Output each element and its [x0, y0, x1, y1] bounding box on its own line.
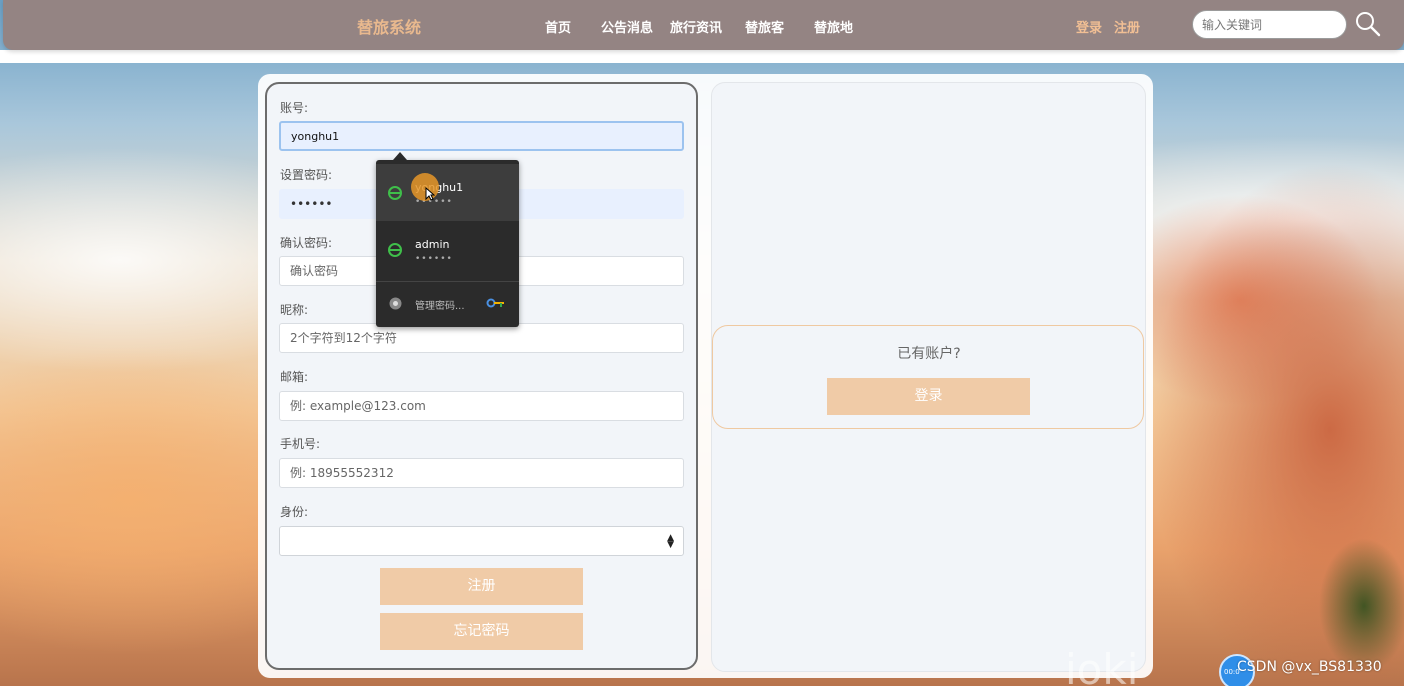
nickname-label: 昵称: — [280, 303, 309, 317]
browser-e-icon — [388, 243, 402, 257]
account-label: 账号: — [280, 101, 309, 115]
nav-home[interactable]: 首页 — [545, 17, 571, 36]
nav-login-link[interactable]: 登录 — [1076, 17, 1102, 36]
existing-account-box: 已有账户? 登录 — [712, 325, 1144, 429]
nickname-input[interactable] — [279, 323, 684, 353]
cursor-arrow-icon — [425, 187, 435, 201]
select-arrows-icon: ▲ ▼ — [667, 533, 674, 550]
ioki-logo-watermark: ioki — [1065, 645, 1139, 686]
dropdown-caret — [393, 152, 407, 160]
autofill-item-yonghu1[interactable]: yonghu1 •••••• — [376, 164, 519, 221]
manage-passwords-label: 管理密码... — [415, 301, 465, 312]
register-button[interactable]: 注册 — [380, 568, 583, 605]
autofill-item-admin[interactable]: admin •••••• — [376, 221, 519, 278]
autofill-username: admin — [415, 238, 450, 251]
nav-announcements[interactable]: 公告消息 — [601, 17, 653, 36]
brand-title[interactable]: 替旅系统 — [357, 14, 421, 38]
role-label: 身份: — [280, 505, 309, 519]
existing-account-prompt: 已有账户? — [897, 346, 961, 362]
email-input[interactable] — [279, 391, 684, 421]
phone-label: 手机号: — [280, 437, 321, 451]
nav-travel-news[interactable]: 旅行资讯 — [670, 17, 722, 36]
account-input[interactable] — [279, 121, 684, 151]
csdn-watermark: CSDN @vx_BS81330 — [1237, 659, 1382, 675]
password-label: 设置密码: — [280, 168, 333, 182]
password-autofill-dropdown: yonghu1 •••••• admin •••••• 管理密码... — [376, 160, 519, 327]
key-icon — [486, 298, 504, 308]
email-label: 邮箱: — [280, 370, 309, 384]
manage-passwords-item[interactable]: 管理密码... — [376, 282, 519, 327]
autofill-password: •••••• — [415, 254, 453, 264]
browser-e-icon — [388, 186, 402, 200]
nav-register-link[interactable]: 注册 — [1114, 17, 1140, 36]
search-icon[interactable] — [1354, 10, 1382, 38]
goto-login-button[interactable]: 登录 — [827, 378, 1030, 415]
nav-travelers[interactable]: 替旅客 — [745, 17, 784, 36]
chrome-icon — [389, 297, 402, 310]
navbar-divider — [0, 50, 1404, 63]
nav-destinations[interactable]: 替旅地 — [814, 17, 853, 36]
forgot-password-button[interactable]: 忘记密码 — [380, 613, 583, 650]
role-select[interactable]: ▲ ▼ — [279, 526, 684, 556]
confirm-password-label: 确认密码: — [280, 236, 333, 250]
search-input[interactable] — [1192, 10, 1347, 39]
phone-input[interactable] — [279, 458, 684, 488]
